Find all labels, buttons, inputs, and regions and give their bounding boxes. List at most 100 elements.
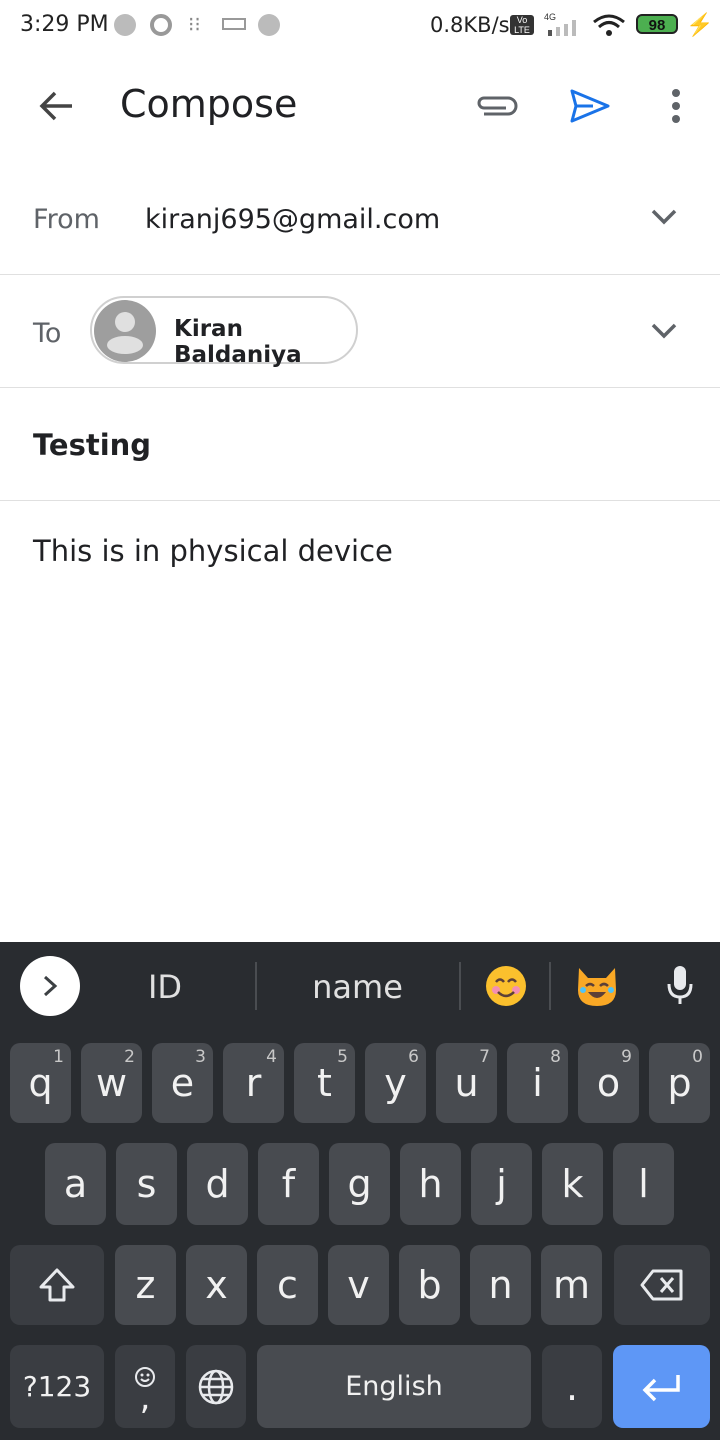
key-label: k (561, 1162, 584, 1206)
key-d[interactable]: d (187, 1143, 248, 1225)
notification-icon (258, 14, 280, 36)
key-label: g (347, 1162, 372, 1206)
from-account[interactable]: kiranj695@gmail.com (145, 204, 440, 235)
chevron-right-icon (43, 975, 58, 997)
more-vert-icon (672, 89, 680, 123)
comma-key[interactable]: , (115, 1345, 175, 1428)
mic-icon[interactable] (666, 964, 694, 1006)
recipient-chip[interactable]: Kiran Baldaniya (90, 296, 358, 368)
key-label: h (418, 1162, 443, 1206)
keyboard: ID name ?123 , English . q 1 w 2 e 3 r 4… (0, 942, 720, 1440)
app-bar (0, 52, 720, 162)
attach-button[interactable] (468, 78, 524, 134)
key-t[interactable]: t5 (294, 1043, 355, 1123)
charging-icon: ⚡ (686, 12, 714, 37)
key-y[interactable]: y6 (365, 1043, 426, 1123)
key-number-hint: 9 (621, 1047, 632, 1067)
key-number-hint: 8 (550, 1047, 561, 1067)
key-w[interactable]: w2 (81, 1043, 142, 1123)
status-bar: 3:29 PM ⁝⁝ 0.8KB/s Vo LTE 4G 98 ⚡ (0, 0, 720, 52)
key-label: y (384, 1061, 407, 1105)
keyboard-icon (222, 18, 246, 30)
status-time: 3:29 PM (20, 12, 109, 37)
key-number-hint: 6 (408, 1047, 419, 1067)
enter-key[interactable] (613, 1345, 710, 1428)
page-title: Compose (120, 82, 298, 126)
wifi-icon (593, 14, 625, 36)
key-label: d (205, 1162, 230, 1206)
key-label: t (317, 1061, 332, 1105)
chevron-down-icon[interactable] (650, 322, 678, 340)
subject-field[interactable]: Testing (33, 428, 151, 462)
key-u[interactable]: u7 (436, 1043, 497, 1123)
key-label: v (347, 1263, 370, 1307)
language-key[interactable] (186, 1345, 246, 1428)
divider (549, 962, 551, 1010)
recipient-name: Kiran Baldaniya (174, 316, 302, 368)
key-a[interactable]: a (45, 1143, 106, 1225)
key-label: s (136, 1162, 157, 1206)
key-o[interactable]: o9 (578, 1043, 639, 1123)
key-number-hint: 2 (124, 1047, 135, 1067)
key-p[interactable]: p0 (649, 1043, 710, 1123)
key-c[interactable]: c (257, 1245, 318, 1325)
key-v[interactable]: v (328, 1245, 389, 1325)
key-label: o (596, 1061, 621, 1105)
key-number-hint: 1 (53, 1047, 64, 1067)
key-label: b (417, 1263, 442, 1307)
period-key[interactable]: . (542, 1345, 602, 1428)
person-icon (107, 312, 143, 354)
key-z[interactable]: z (115, 1245, 176, 1325)
send-icon (570, 89, 610, 123)
key-n[interactable]: n (470, 1245, 531, 1325)
key-number-hint: 3 (195, 1047, 206, 1067)
key-g[interactable]: g (329, 1143, 390, 1225)
key-j[interactable]: j (471, 1143, 532, 1225)
key-h[interactable]: h (400, 1143, 461, 1225)
key-s[interactable]: s (116, 1143, 177, 1225)
key-l[interactable]: l (613, 1143, 674, 1225)
key-e[interactable]: e3 (152, 1043, 213, 1123)
avatar (94, 300, 156, 362)
key-x[interactable]: x (186, 1245, 247, 1325)
footsteps-icon: ⁝⁝ (188, 14, 201, 36)
key-q[interactable]: q1 (10, 1043, 71, 1123)
network-speed: 0.8KB/s (430, 13, 510, 37)
globe-icon (198, 1369, 234, 1404)
key-r[interactable]: r4 (223, 1043, 284, 1123)
signal-icon (548, 20, 576, 36)
key-number-hint: 7 (479, 1047, 490, 1067)
symbols-key[interactable]: ?123 (10, 1345, 104, 1428)
paperclip-icon (477, 96, 518, 116)
key-number-hint: 4 (266, 1047, 277, 1067)
backspace-key[interactable] (614, 1245, 710, 1325)
shift-key[interactable] (10, 1245, 104, 1325)
key-label: r (245, 1061, 262, 1105)
key-label: j (496, 1162, 507, 1206)
notification-icon (114, 14, 136, 36)
body-field[interactable]: This is in physical device (33, 534, 393, 568)
key-label: q (28, 1061, 53, 1105)
send-button[interactable] (562, 78, 618, 134)
suggestion-2[interactable]: name (280, 968, 435, 1006)
chevron-down-icon[interactable] (650, 208, 678, 226)
key-label: l (638, 1162, 649, 1206)
key-k[interactable]: k (542, 1143, 603, 1225)
comma-label: , (139, 1377, 151, 1418)
key-b[interactable]: b (399, 1245, 460, 1325)
key-i[interactable]: i8 (507, 1043, 568, 1123)
expand-toolbar-button[interactable] (20, 956, 80, 1016)
back-button[interactable] (28, 78, 84, 134)
key-number-hint: 0 (692, 1047, 703, 1067)
to-label: To (33, 318, 62, 349)
smiling-face-emoji-icon[interactable] (484, 964, 528, 1008)
key-f[interactable]: f (258, 1143, 319, 1225)
cat-tears-of-joy-emoji-icon[interactable] (574, 964, 620, 1008)
space-key[interactable]: English (257, 1345, 531, 1428)
key-label: z (135, 1263, 156, 1307)
arrow-back-icon (39, 91, 72, 121)
key-m[interactable]: m (541, 1245, 602, 1325)
more-options-button[interactable] (648, 78, 704, 134)
key-label: f (281, 1162, 296, 1206)
suggestion-1[interactable]: ID (100, 968, 230, 1006)
